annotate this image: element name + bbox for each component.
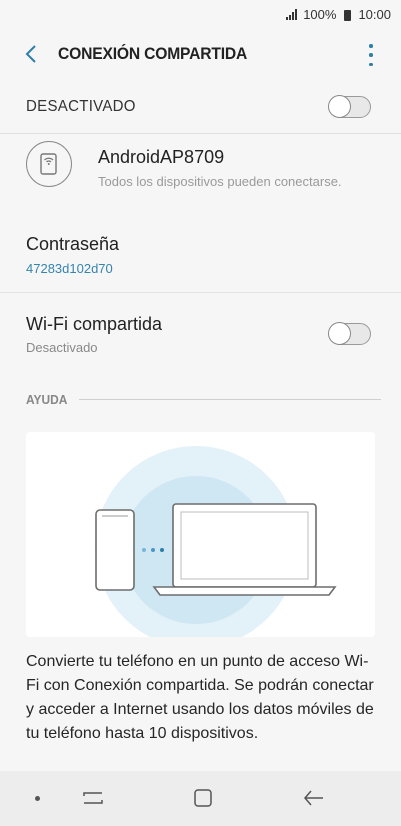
battery-percentage: 100% — [303, 6, 337, 22]
wifi-sharing-row[interactable]: Wi-Fi compartida Desactivado — [0, 295, 401, 373]
signal-bars-icon — [286, 8, 298, 20]
access-point-row[interactable]: AndroidAP8709 Todos los dispositivos pue… — [0, 135, 401, 210]
wifi-sharing-status: Desactivado — [26, 340, 98, 355]
switch-knob — [328, 322, 351, 345]
help-description: Convierte tu teléfono en un punto de acc… — [26, 653, 374, 742]
password-title: Contraseña — [26, 234, 120, 254]
phone-icon — [95, 509, 135, 591]
clock: 10:00 — [358, 6, 391, 22]
hotspot-illustration — [26, 432, 375, 637]
access-point-subtitle: Todos los dispositivos pueden conectarse… — [98, 174, 342, 189]
help-section-header: AYUDA — [26, 390, 381, 408]
recent-apps-icon[interactable] — [82, 787, 104, 809]
back-button[interactable] — [18, 41, 44, 67]
switch-knob — [328, 95, 351, 118]
master-toggle-label: DESACTIVADO — [26, 97, 136, 115]
battery-icon — [344, 9, 352, 21]
master-toggle-switch[interactable] — [328, 95, 371, 118]
navigation-bar — [0, 771, 401, 826]
help-header-label: AYUDA — [26, 391, 68, 407]
wifi-sharing-switch[interactable] — [328, 322, 371, 345]
hotspot-device-icon — [26, 141, 72, 187]
password-value: 47283d102d70 — [26, 261, 113, 276]
chevron-left-icon — [25, 45, 36, 63]
access-point-name: AndroidAP8709 — [98, 147, 225, 167]
wifi-sharing-title: Wi-Fi compartida — [26, 314, 163, 334]
phone-laptop-illustration — [95, 446, 337, 637]
app-bar: CONEXIÓN COMPARTIDA — [0, 28, 401, 80]
more-options-button[interactable] — [365, 44, 377, 66]
help-header-divider — [79, 398, 381, 400]
status-bar: 100% 10:00 — [0, 0, 401, 28]
password-row[interactable]: Contraseña 47283d102d70 — [0, 218, 401, 293]
dot-icon[interactable] — [35, 796, 40, 801]
home-icon[interactable] — [192, 787, 214, 809]
page-title: CONEXIÓN COMPARTIDA — [58, 44, 248, 63]
more-vert-icon — [369, 44, 373, 48]
back-arrow-icon[interactable] — [302, 787, 326, 809]
hotspot-master-toggle-row[interactable]: DESACTIVADO — [0, 80, 401, 134]
